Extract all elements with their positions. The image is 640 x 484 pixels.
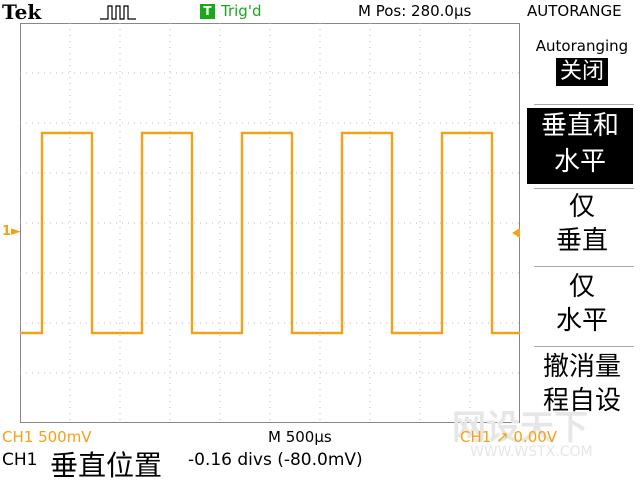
- menu-divider: [534, 266, 634, 267]
- single-pulse-icon: [100, 5, 136, 20]
- menu-item-line2: 水平: [555, 306, 608, 336]
- autorange-title: AUTORANGE: [527, 2, 622, 20]
- autoranging-title: Autoranging: [535, 37, 629, 55]
- message-bar: CH1 垂直位置 -0.16 divs (-80.0mV): [0, 446, 640, 482]
- menu-item-line1: 撤消量: [542, 352, 621, 382]
- menu-item-line1: 垂直和: [540, 111, 619, 141]
- menu-item-line1: 仅: [568, 192, 595, 222]
- timebase-readout: M 500µs: [268, 428, 332, 446]
- menu-item-line1: 仅: [568, 272, 595, 302]
- trigger-level-readout: CH1 ↗ 0.00V: [460, 428, 558, 446]
- menu-item-line2: 垂直: [555, 226, 608, 256]
- menu-divider: [534, 188, 634, 189]
- menu-item-vertical-only[interactable]: 仅 垂直: [527, 190, 637, 258]
- brand-logo: Tek: [2, 0, 42, 24]
- message-label: 垂直位置: [50, 449, 163, 482]
- menu-item-vertical-horizontal[interactable]: 垂直和 水平: [527, 108, 633, 184]
- menu-item-horizontal-only[interactable]: 仅 水平: [527, 270, 637, 338]
- waveform-display: [20, 23, 520, 423]
- menu-divider: [534, 346, 634, 347]
- channel1-level-marker[interactable]: 1►: [2, 224, 21, 239]
- status-header: Tek T Trig'd M Pos: 280.0µs AUTORANGE: [0, 0, 640, 24]
- menu-title: Autoranging: [527, 36, 637, 55]
- message-value: -0.16 divs (-80.0mV): [188, 450, 363, 470]
- autorange-off-label: 关闭: [555, 58, 608, 86]
- trigger-status: T Trig'd: [200, 2, 261, 20]
- channel1-marker-label: 1: [2, 224, 12, 239]
- autorange-off-button[interactable]: 关闭: [527, 58, 637, 86]
- horizontal-position-readout: M Pos: 280.0µs: [358, 2, 472, 20]
- trigger-status-label: Trig'd: [221, 2, 262, 20]
- menu-item-line2: 水平: [553, 147, 606, 177]
- message-channel: CH1: [2, 450, 38, 470]
- menu-divider: [534, 104, 634, 105]
- trigger-badge: T: [200, 3, 215, 19]
